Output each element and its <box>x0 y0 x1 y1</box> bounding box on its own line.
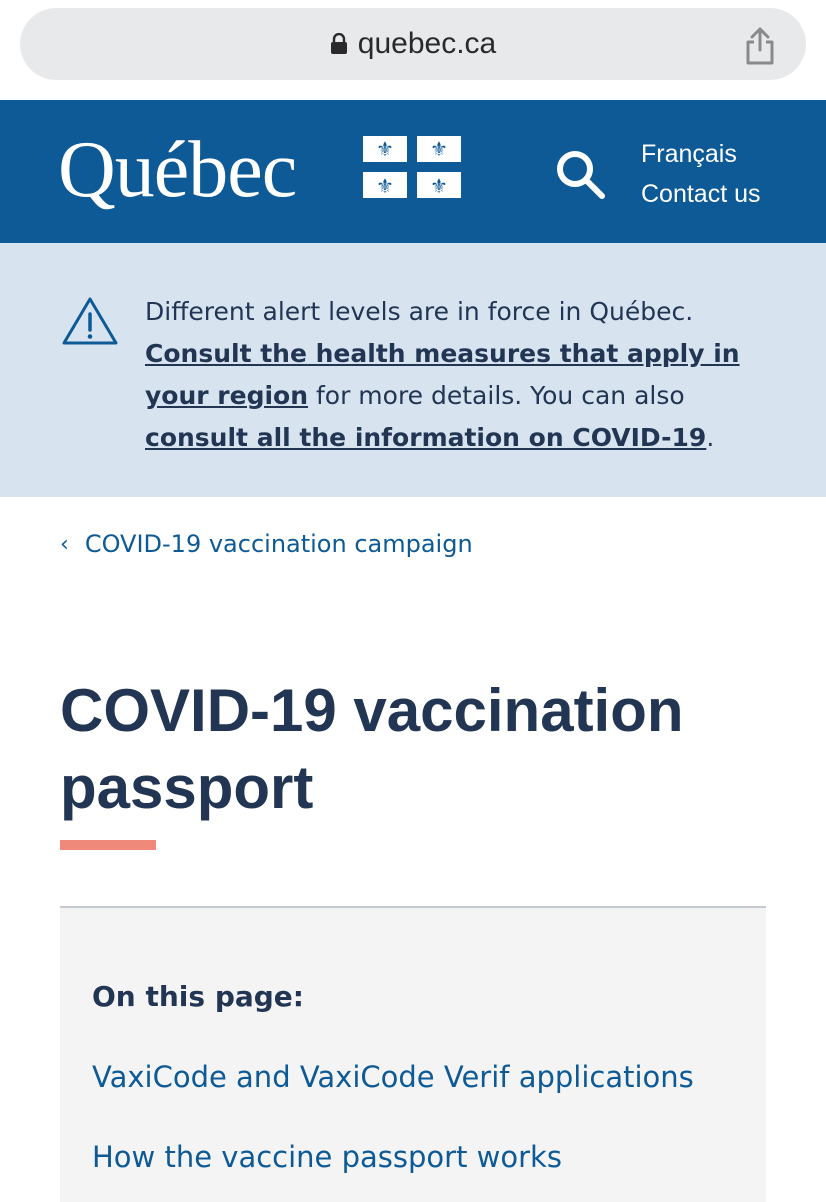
alert-mid-text: for more details. You can also <box>308 381 685 410</box>
alert-end-text: . <box>706 423 715 452</box>
page-title: COVID-19 vaccination passport <box>60 677 684 821</box>
svg-text:⚜: ⚜ <box>376 174 394 198</box>
alert-line1: Different alert levels are in force in Q… <box>145 297 694 326</box>
warning-icon <box>62 297 118 345</box>
svg-text:⚜: ⚜ <box>430 174 448 198</box>
quebec-logo-text[interactable]: Québec <box>58 120 297 220</box>
covid-info-link[interactable]: consult all the information on COVID-19 <box>145 423 706 452</box>
title-accent-bar <box>60 840 156 850</box>
url-display[interactable]: quebec.ca <box>20 8 806 80</box>
alert-banner: Different alert levels are in force in Q… <box>0 243 826 497</box>
search-icon[interactable] <box>553 147 607 201</box>
browser-url-bar[interactable]: quebec.ca <box>20 8 806 80</box>
contact-us-link[interactable]: Contact us <box>641 174 761 214</box>
chevron-left-icon: ‹ <box>60 531 69 557</box>
breadcrumb-label: COVID-19 vaccination campaign <box>84 530 473 558</box>
header-links: Français Contact us <box>641 134 761 214</box>
svg-text:⚜: ⚜ <box>430 137 448 161</box>
share-icon[interactable] <box>742 26 778 66</box>
site-header: Québec ⚜ ⚜ ⚜ ⚜ Français Contact us <box>0 100 826 243</box>
toc-link-how-it-works[interactable]: How the vaccine passport works <box>92 1140 562 1174</box>
alert-message: Different alert levels are in force in Q… <box>145 291 775 459</box>
language-link-francais[interactable]: Français <box>641 134 761 174</box>
svg-text:⚜: ⚜ <box>376 137 394 161</box>
fleurdelise-flag-icon: ⚜ ⚜ ⚜ ⚜ <box>363 136 461 198</box>
on-this-page-box: On this page: VaxiCode and VaxiCode Veri… <box>60 906 766 1202</box>
toc-title: On this page: <box>92 980 304 1013</box>
toc-link-vaxicode[interactable]: VaxiCode and VaxiCode Verif applications <box>92 1060 694 1094</box>
url-text: quebec.ca <box>357 27 497 60</box>
breadcrumb-back-link[interactable]: ‹ COVID-19 vaccination campaign <box>60 530 473 558</box>
lock-icon <box>330 33 347 54</box>
